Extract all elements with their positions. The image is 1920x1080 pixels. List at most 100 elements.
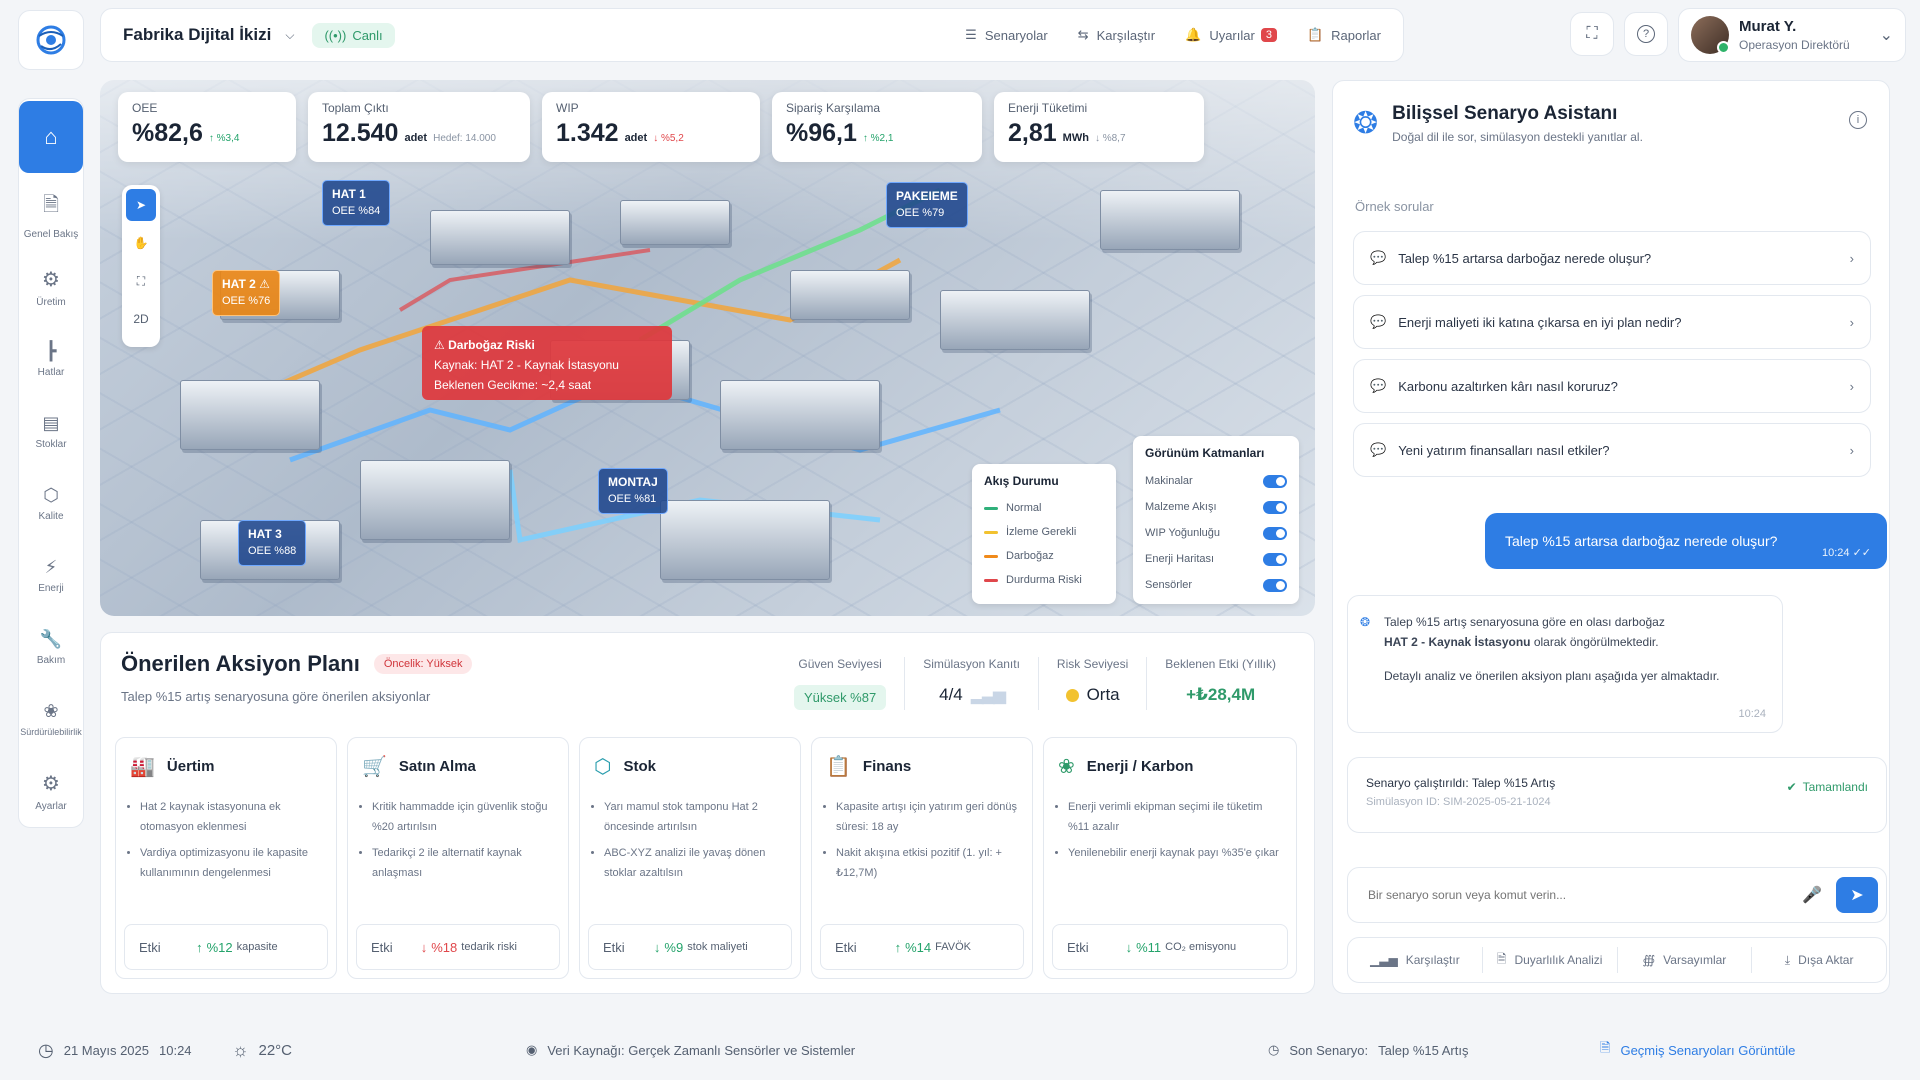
twin-selector-title[interactable]: Fabrika Dijital İkizi	[123, 25, 271, 45]
sidebar-item-energy[interactable]: ⚡ Enerji	[19, 539, 83, 611]
pan-tool-button[interactable]: ✋	[126, 227, 156, 259]
sidebar-item-overview[interactable]: 🗎 Genel Bakış	[19, 179, 83, 251]
chevron-down-icon[interactable]: ⌵	[285, 28, 294, 43]
legend-item: Darboğaz	[984, 544, 1104, 568]
action-card-energy[interactable]: ❀Enerji / Karbon Enerji verimli ekipman …	[1043, 737, 1297, 979]
document-icon: 🗎	[42, 194, 60, 216]
nav-alerts[interactable]: 🔔 Uyarılar 3	[1185, 27, 1277, 43]
machine-block	[940, 290, 1090, 350]
layer-toggle[interactable]	[1263, 552, 1287, 566]
user-message: Talep %15 artarsa darboğaz nerede oluşur…	[1485, 513, 1887, 569]
layer-toggle[interactable]	[1263, 578, 1287, 592]
risk-dot-icon	[1065, 688, 1079, 702]
chevron-right-icon: ›	[1849, 442, 1854, 458]
action-card-finance[interactable]: 📋Finans Kapasite artışı için yatırım ger…	[811, 737, 1033, 979]
line-tag-paketleme[interactable]: PAKEIEME OEE %79	[886, 182, 968, 228]
assistant-title: Bilişsel Senaryo Asistanı	[1392, 103, 1618, 124]
sidebar-item-maintenance[interactable]: 🔧 Bakım	[19, 611, 83, 683]
layer-row: Malzeme Akışı	[1145, 494, 1287, 520]
chevron-right-icon: ›	[1849, 378, 1854, 394]
warning-icon: ⚠	[434, 338, 445, 352]
action-card-stock[interactable]: ⬡Stok Yarı mamul stok tamponu Hat 2 önce…	[579, 737, 801, 979]
sidebar-item-settings[interactable]: ⚙ Ayarlar	[19, 755, 83, 827]
nav-compare[interactable]: ⇆ Karşılaştır	[1078, 27, 1155, 43]
expand-icon: ⛶	[1586, 25, 1598, 42]
export-button[interactable]: ⤓ Dışa Aktar	[1751, 947, 1886, 973]
layer-row: WIP Yoğunluğu	[1145, 520, 1287, 546]
line-tag-montaj[interactable]: MONTAJ OEE %81	[598, 468, 668, 514]
examples-label: Örnek sorular	[1355, 199, 1434, 214]
question-icon: ?	[1637, 25, 1655, 43]
action-card-production[interactable]: 🏭Üertim Hat 2 kaynak istasyonuna ek otom…	[115, 737, 337, 979]
microphone-icon[interactable]: 🎤	[1802, 885, 1822, 905]
layer-toggle[interactable]	[1263, 474, 1287, 488]
action-plan-panel: Önerilen Aksiyon Planı Öncelik: Yüksek Ta…	[100, 632, 1315, 994]
warning-icon: ⚠	[259, 277, 270, 291]
machine-block	[430, 210, 570, 265]
check-circle-icon: ✔	[1786, 780, 1797, 794]
kpi-order-fulfillment[interactable]: Sipariş Karşılama %96,1 ↑ %2,1	[772, 92, 982, 162]
2d-toggle-button[interactable]: 2D	[126, 303, 156, 335]
chat-icon: 💬	[1370, 378, 1387, 393]
page-title: Önerilen Aksiyon Planı	[121, 651, 360, 676]
select-tool-button[interactable]: ➤	[126, 189, 156, 221]
layer-toggle[interactable]	[1263, 500, 1287, 514]
chat-input[interactable]	[1368, 888, 1803, 902]
kpi-energy[interactable]: Enerji Tüketimi 2,81 MWh ↓ %8,7	[994, 92, 1204, 162]
factory-3d-view[interactable]: OEE %82,6 ↑ %3,4 Toplam Çıktı 12.540 adet Hed…	[100, 80, 1315, 616]
example-question[interactable]: 💬 Talep %15 artarsa darboğaz nerede oluşu…	[1353, 231, 1871, 285]
bottleneck-alert[interactable]: ⚠ Darboğaz Riski Kaynak: HAT 2 - Kaynak …	[422, 326, 672, 400]
sidebar-item-production[interactable]: ⚙ Üretim	[19, 251, 83, 323]
sidebar-item-home[interactable]: ⌂	[19, 101, 83, 173]
shield-icon: ⬡	[43, 484, 59, 505]
tree-icon: ┣	[45, 340, 57, 361]
example-question[interactable]: 💬 Enerji maliyeti iki katına çıkarsa en i…	[1353, 295, 1871, 349]
clipboard-icon: 📋	[826, 756, 851, 778]
nav-scenarios[interactable]: ☰ Senaryolar	[965, 27, 1048, 43]
action-card-procurement[interactable]: 🛒Satın Alma Kritik hammadde için güvenli…	[347, 737, 569, 979]
line-tag-hat3[interactable]: HAT 3 OEE %88	[238, 520, 307, 566]
sidebar: ⌂ 🗎 Genel Bakış ⚙ Üretim ┣ Hatlar ▤ Stoklar …	[18, 98, 84, 828]
kpi-total-output[interactable]: Toplam Çıktı 12.540 adet Hedef: 14.000	[308, 92, 530, 162]
footer-weather: ☼ 22°C	[232, 1039, 293, 1060]
sun-icon: ☼	[232, 1039, 249, 1060]
fullscreen-button[interactable]: ⛶	[1570, 12, 1614, 56]
chat-icon: 💬	[1370, 442, 1387, 457]
sidebar-item-sustainability[interactable]: ❀ Sürdürülebilirlik	[19, 683, 83, 755]
layer-toggle[interactable]	[1263, 526, 1287, 540]
assumptions-button[interactable]: ∰ Varsayımlar	[1616, 947, 1752, 973]
send-icon: ➤	[1850, 887, 1864, 904]
send-button[interactable]: ➤	[1836, 877, 1878, 913]
source-icon: ◉	[526, 1042, 538, 1057]
info-icon[interactable]: i	[1849, 111, 1867, 129]
sidebar-item-quality[interactable]: ⬡ Kalite	[19, 467, 83, 539]
compare-icon: ⇆	[1077, 27, 1089, 42]
chat-icon: 💬	[1370, 314, 1387, 329]
footer-data-source: ◉ Veri Kaynağı: Gerçek Zamanlı Sensörler …	[526, 1042, 856, 1058]
user-menu[interactable]: Murat Y. Operasyon Direktörü ⌄	[1678, 8, 1906, 62]
focus-tool-button[interactable]: ⛶	[126, 265, 156, 297]
globe-logo-icon	[36, 25, 66, 55]
help-button[interactable]: ?	[1624, 12, 1668, 56]
alerts-count-badge: 3	[1260, 28, 1277, 42]
priority-badge: Öncelik: Yüksek	[373, 654, 473, 674]
line-tag-hat2[interactable]: HAT 2 ⚠ OEE %76	[212, 270, 281, 316]
kpi-oee[interactable]: OEE %82,6 ↑ %3,4	[118, 92, 296, 162]
sensitivity-analysis-button[interactable]: 🗎 Duyarlılık Analizi	[1481, 947, 1617, 973]
chevron-right-icon: ›	[1849, 250, 1854, 266]
sidebar-item-lines[interactable]: ┣ Hatlar	[19, 323, 83, 395]
machine-block	[660, 500, 830, 580]
legend-item: Durdurma Riski	[984, 568, 1104, 592]
compare-button[interactable]: ▁▃▅ Karşılaştır	[1348, 947, 1482, 973]
line-tag-hat1[interactable]: HAT 1 OEE %84	[322, 180, 391, 226]
scenario-history-link[interactable]: 🗎 Geçmiş Senaryoları Görüntüle	[1600, 1039, 1795, 1061]
scenario-run-card[interactable]: Senaryo çalıştırıldı: Talep %15 Artış Si…	[1347, 757, 1887, 833]
example-question[interactable]: 💬 Yeni yatırım finansalları nasıl etkiler…	[1353, 423, 1871, 477]
kpi-wip[interactable]: WIP 1.342 adet ↓ %5,2	[542, 92, 760, 162]
effect-box: Etki ↓ %18 tedarik riski	[356, 924, 560, 970]
chevron-down-icon: ⌄	[1879, 27, 1893, 44]
nav-reports[interactable]: 📋 Raporlar	[1307, 27, 1381, 43]
app-logo[interactable]	[18, 10, 84, 70]
sidebar-item-stocks[interactable]: ▤ Stoklar	[19, 395, 83, 467]
example-question[interactable]: 💬 Karbonu azaltırken kârı nasıl koruruz? ›	[1353, 359, 1871, 413]
